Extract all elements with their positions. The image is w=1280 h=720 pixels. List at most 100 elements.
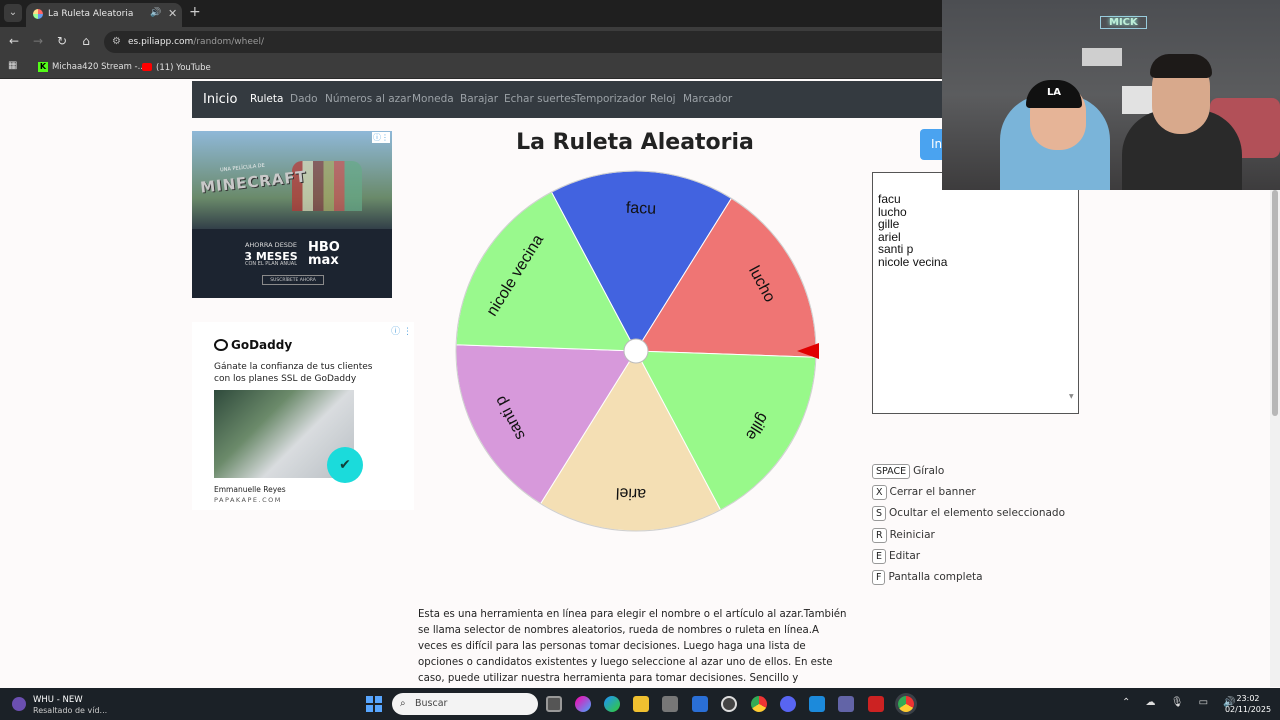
wheel[interactable]: faculuchogillearielsanti pnicole vecina bbox=[453, 170, 819, 536]
key-badge: S bbox=[872, 506, 887, 521]
search-icon: ⌕ bbox=[400, 698, 406, 709]
nav-reloj[interactable]: Reloj bbox=[650, 93, 676, 105]
mail-icon[interactable] bbox=[692, 696, 708, 712]
godaddy-logo-icon bbox=[214, 339, 228, 351]
chrome-active-icon[interactable] bbox=[898, 696, 914, 712]
forward-arrow-icon[interactable]: → bbox=[30, 34, 46, 48]
app-icon[interactable] bbox=[868, 696, 884, 712]
site-navbar: Inicio Ruleta Dado Números al azar Moned… bbox=[192, 81, 942, 118]
steam-icon[interactable] bbox=[721, 696, 737, 712]
taskbar-clock[interactable]: 23:02 02/11/2025 bbox=[1222, 693, 1274, 715]
tab-favicon-icon bbox=[33, 9, 43, 19]
scrollbar-thumb[interactable] bbox=[1272, 190, 1278, 416]
url-path: /random/wheel/ bbox=[193, 37, 264, 47]
youtube-icon bbox=[142, 63, 152, 71]
ad-info-icon[interactable]: ⓘ ⋮ bbox=[391, 324, 412, 337]
wheel-center-hub bbox=[623, 338, 649, 364]
ad-info-icon[interactable]: ⓘ⋮ bbox=[372, 132, 390, 143]
shortcut-space: SPACE Gíralo bbox=[872, 464, 944, 479]
neon-sign: MICK bbox=[1100, 16, 1147, 29]
nav-dado[interactable]: Dado bbox=[290, 93, 318, 105]
streamer-cap: LA bbox=[1026, 80, 1082, 108]
godaddy-ad-banner[interactable]: ⓘ ⋮ GoDaddy Gánate la confianza de tus c… bbox=[192, 322, 414, 510]
apps-grid-icon[interactable]: ▦ bbox=[8, 60, 17, 71]
url-host: es.piliapp.com bbox=[128, 37, 194, 47]
start-button[interactable]: In bbox=[920, 129, 942, 160]
search-placeholder: Buscar bbox=[415, 698, 448, 709]
nav-echar-suertes[interactable]: Echar suertes bbox=[504, 93, 576, 105]
ad-offer-line1: AHORRA DESDE bbox=[244, 241, 298, 249]
hbo-max-logo: HBO max bbox=[308, 240, 340, 268]
teams-icon[interactable] bbox=[838, 696, 854, 712]
tab-search-button[interactable]: ⌄ bbox=[4, 4, 22, 22]
media-subtitle: Resaltado de víd... bbox=[33, 706, 108, 715]
minecraft-ad-banner[interactable]: UNA PELÍCULA DE MINECRAFT AHORRA DESDE 3… bbox=[192, 131, 392, 298]
textarea-resize-icon[interactable]: ▼ bbox=[1069, 393, 1074, 400]
back-arrow-icon[interactable]: ← bbox=[6, 34, 22, 48]
page-title: La Ruleta Aleatoria bbox=[516, 130, 754, 155]
shortcut-label: Cerrar el banner bbox=[889, 486, 976, 498]
shield-check-icon: ✔ bbox=[327, 447, 363, 483]
nav-numeros[interactable]: Números al azar bbox=[325, 93, 411, 105]
bookmark-kick[interactable]: K Michaa420 Stream -... bbox=[38, 62, 146, 72]
shortcut-label: Ocultar el elemento seleccionado bbox=[889, 507, 1065, 519]
key-badge: SPACE bbox=[872, 464, 911, 479]
ad-offer-line3: CON EL PLAN ANUAL bbox=[245, 261, 297, 267]
shortcut-label: Reiniciar bbox=[889, 529, 935, 541]
nav-barajar[interactable]: Barajar bbox=[460, 93, 498, 105]
streamer-right-hair bbox=[1150, 54, 1212, 78]
windows-taskbar: WHU - NEW Resaltado de víd... ⌕ Buscar ⌃ … bbox=[0, 688, 1280, 720]
names-textarea[interactable] bbox=[872, 172, 1079, 414]
bookmark-label: Michaa420 Stream -... bbox=[52, 62, 146, 72]
reload-icon[interactable]: ↻ bbox=[54, 34, 70, 48]
nav-temporizador[interactable]: Temporizador bbox=[575, 93, 646, 105]
tab-audio-icon[interactable]: 🔊 bbox=[150, 8, 161, 18]
task-view-icon[interactable] bbox=[546, 696, 562, 712]
bookmark-label: (11) YouTube bbox=[156, 63, 211, 73]
new-tab-button[interactable]: + bbox=[189, 4, 201, 20]
app-icon[interactable] bbox=[809, 696, 825, 712]
webcam-overlay: MICK LA bbox=[942, 0, 1280, 190]
ad-site: PAPAKAPE.COM bbox=[214, 496, 282, 504]
shortcut-label: Editar bbox=[889, 550, 921, 562]
shortcut-x: X Cerrar el banner bbox=[872, 485, 976, 500]
store-icon[interactable] bbox=[662, 696, 678, 712]
app-icon bbox=[12, 697, 26, 711]
taskbar-search[interactable]: ⌕ Buscar bbox=[392, 693, 538, 715]
copilot-icon[interactable] bbox=[575, 696, 591, 712]
edge-icon[interactable] bbox=[604, 696, 620, 712]
wall-frame bbox=[1082, 48, 1122, 66]
shortcut-label: Pantalla completa bbox=[888, 571, 983, 583]
key-badge: F bbox=[872, 570, 886, 585]
ad-text: Gánate la confianza de tus clientes con … bbox=[214, 362, 373, 384]
shortcut-f: F Pantalla completa bbox=[872, 570, 983, 585]
wheel-pointer-icon bbox=[797, 343, 819, 359]
tab-close-icon[interactable]: ✕ bbox=[168, 7, 177, 20]
wheel-segment-label: facu bbox=[626, 200, 657, 218]
shortcut-e: E Editar bbox=[872, 549, 920, 564]
windows-start-icon[interactable] bbox=[366, 696, 382, 712]
chrome-icon[interactable] bbox=[751, 696, 767, 712]
ad-subscribe-button[interactable]: SUSCRÍBETE AHORA bbox=[262, 275, 324, 285]
browser-tab[interactable]: La Ruleta Aleatoria 🔊 ✕ bbox=[26, 3, 182, 27]
discord-icon[interactable] bbox=[780, 696, 796, 712]
bookmark-youtube[interactable]: (11) YouTube bbox=[142, 62, 211, 73]
godaddy-logo: GoDaddy bbox=[214, 338, 292, 352]
key-badge: R bbox=[872, 528, 887, 543]
shortcut-label: Gíralo bbox=[913, 465, 945, 477]
brand-link[interactable]: Inicio bbox=[203, 92, 237, 107]
wheel-segment-label: ariel bbox=[616, 484, 647, 502]
file-explorer-icon[interactable] bbox=[633, 696, 649, 712]
nav-marcador[interactable]: Marcador bbox=[683, 93, 732, 105]
clock-date: 02/11/2025 bbox=[1224, 705, 1272, 714]
nav-ruleta[interactable]: Ruleta bbox=[250, 93, 283, 105]
media-title: WHU - NEW bbox=[33, 695, 83, 705]
clock-time: 23:02 bbox=[1236, 694, 1260, 703]
kick-icon: K bbox=[38, 62, 48, 72]
nav-moneda[interactable]: Moneda bbox=[412, 93, 454, 105]
home-icon[interactable]: ⌂ bbox=[78, 34, 94, 48]
ad-person-name: Emmanuelle Reyes bbox=[214, 485, 286, 494]
site-info-icon[interactable]: ⚙ bbox=[112, 31, 121, 53]
shortcut-r: R Reiniciar bbox=[872, 528, 935, 543]
tab-title: La Ruleta Aleatoria bbox=[48, 9, 134, 19]
